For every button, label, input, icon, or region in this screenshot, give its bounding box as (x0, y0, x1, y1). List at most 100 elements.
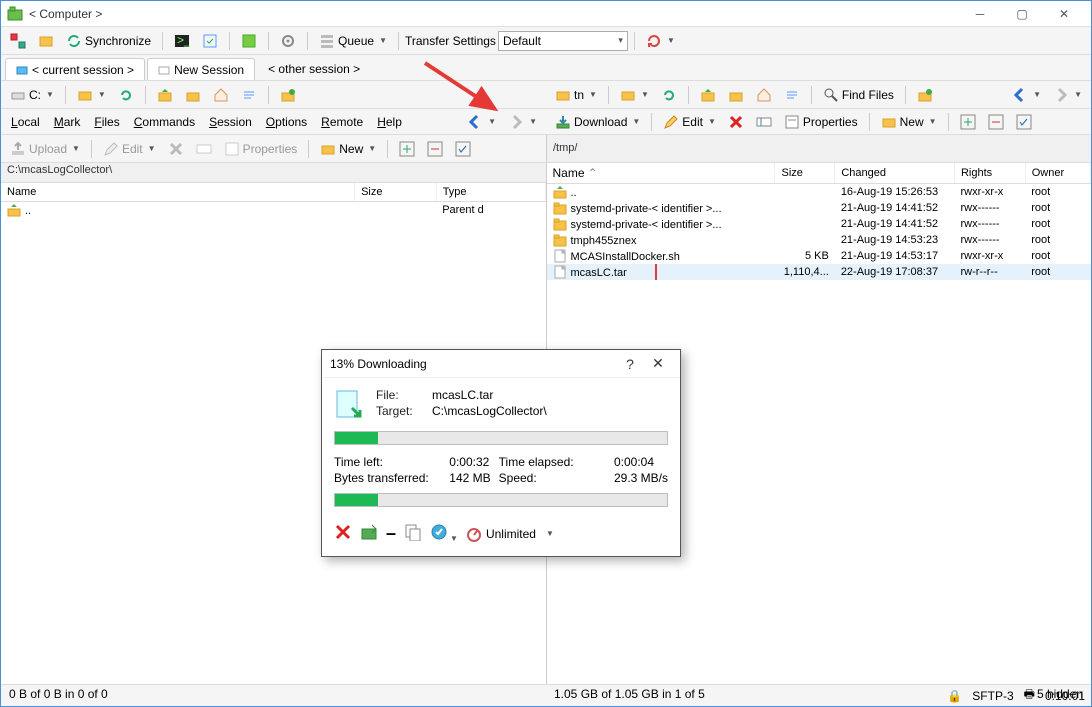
queue-button[interactable]: Queue▼ (314, 30, 392, 52)
remote-open-icon[interactable]: ▼ (615, 84, 654, 106)
remote-address-bar: tn▼ ▼ Find Files ▼ ▼ (546, 81, 1091, 109)
local-new-button[interactable]: New▼ (315, 138, 381, 160)
menu-options[interactable]: Options (260, 113, 313, 131)
table-row[interactable]: mcasLC.tar1,110,4...22-Aug-19 17:08:37rw… (547, 264, 1091, 280)
remote-edit-button[interactable]: Edit▼ (658, 111, 721, 133)
synchronize-button[interactable]: Synchronize (61, 30, 156, 52)
local-refresh-icon[interactable] (113, 84, 139, 106)
local-col-name[interactable]: Name (1, 183, 355, 202)
table-row[interactable]: ..Parent d (1, 202, 545, 219)
tool-btn-4[interactable] (197, 30, 223, 52)
remote-new-button[interactable]: New▼ (876, 111, 942, 133)
local-root-icon[interactable] (180, 84, 206, 106)
tool-btn-1[interactable] (5, 30, 31, 52)
local-bookmark-icon[interactable] (275, 84, 301, 106)
remote-props-button[interactable]: Properties (779, 111, 863, 133)
table-row[interactable]: ..16-Aug-19 15:26:53rwxr-xr-xroot (547, 184, 1091, 201)
local-col-size[interactable]: Size (355, 183, 437, 202)
local-path: C:\mcasLogCollector\ (1, 163, 546, 183)
maximize-button[interactable]: ▢ (1001, 3, 1043, 25)
tab-current-session[interactable]: < current session > (5, 58, 145, 80)
transfer-settings-combo[interactable]: Default (498, 31, 628, 51)
remote-delete-icon[interactable] (723, 111, 749, 133)
local-open-icon[interactable]: ▼ (72, 84, 111, 106)
settings-icon[interactable] (275, 30, 301, 52)
remote-col-changed[interactable]: Changed (835, 163, 955, 184)
table-row[interactable]: systemd-private-< identifier >...21-Aug-… (547, 216, 1091, 232)
local-col-type[interactable]: Type (436, 183, 545, 202)
remote-col-name[interactable]: Name ⌃ (547, 163, 775, 184)
remote-drive-combo[interactable]: tn▼ (550, 84, 602, 106)
status-left: 0 B of 0 B in 0 of 0 (1, 685, 546, 706)
local-home-icon[interactable] (208, 84, 234, 106)
status-print-icon[interactable]: 🖶 (1024, 685, 1035, 706)
dlg-speed-dd[interactable]: ▼ (546, 529, 554, 538)
remote-col-size[interactable]: Size (775, 163, 835, 184)
remote-col-rights[interactable]: Rights (954, 163, 1025, 184)
local-drive-combo[interactable]: C:▼ (5, 84, 59, 106)
nav-back-icon[interactable]: ▼ (1007, 84, 1046, 106)
dialog-close-icon[interactable]: ✕ (644, 355, 672, 372)
table-row[interactable]: systemd-private-< identifier >...21-Aug-… (547, 200, 1091, 216)
tool-btn-2[interactable] (33, 30, 59, 52)
dlg-progress-total (334, 493, 668, 507)
dlg-progress-file (334, 431, 668, 445)
remote-col-owner[interactable]: Owner (1025, 163, 1090, 184)
nav-fwd-icon[interactable]: ▼ (1048, 84, 1087, 106)
dlg-background-icon[interactable] (360, 523, 378, 544)
local-plus-icon[interactable] (394, 138, 420, 160)
find-files-button[interactable]: Find Files (818, 84, 899, 106)
remote-rename-icon[interactable] (751, 111, 777, 133)
download-button[interactable]: Download▼ (550, 111, 645, 133)
menu-files[interactable]: Files (88, 113, 125, 131)
plus-icon[interactable] (955, 111, 981, 133)
dlg-cancel-icon[interactable] (334, 523, 352, 544)
dlg-minimize-icon[interactable]: – (386, 523, 396, 544)
queue-label: Queue (338, 34, 374, 48)
upload-button[interactable]: Upload▼ (5, 138, 85, 160)
remote-sync-icon[interactable] (779, 84, 805, 106)
tool-btn-reconnect[interactable]: ▼ (641, 30, 680, 52)
remote-bookmark-icon[interactable] (912, 84, 938, 106)
local-nav-back-icon[interactable]: ▼ (462, 111, 501, 133)
remote-home-icon[interactable] (751, 84, 777, 106)
remote-refresh-icon[interactable] (656, 84, 682, 106)
table-row[interactable]: MCASInstallDocker.sh5 KB21-Aug-19 14:53:… (547, 248, 1091, 264)
status-proto: SFTP-3 (972, 689, 1013, 703)
menu-commands[interactable]: Commands (128, 113, 201, 131)
dlg-file-val: mcasLC.tar (432, 388, 668, 402)
local-up-icon[interactable] (152, 84, 178, 106)
menu-mark[interactable]: Mark (48, 113, 87, 131)
local-sync-icon[interactable] (236, 84, 262, 106)
local-check-icon[interactable] (450, 138, 476, 160)
menu-session[interactable]: Session (203, 113, 258, 131)
download-dialog: 13% Downloading ? ✕ File:mcasLC.tar Targ… (321, 349, 681, 557)
dialog-help-icon[interactable]: ? (616, 356, 644, 372)
tab-new-session[interactable]: New Session (147, 58, 255, 80)
tool-btn-5[interactable] (236, 30, 262, 52)
check-icon[interactable] (1011, 111, 1037, 133)
local-delete-icon[interactable] (163, 138, 189, 160)
local-minus-icon[interactable] (422, 138, 448, 160)
table-row[interactable]: tmph455znex21-Aug-19 14:53:23rwx------ro… (547, 232, 1091, 248)
menu-help[interactable]: Help (371, 113, 408, 131)
remote-up-icon[interactable] (695, 84, 721, 106)
svg-text:>_: >_ (177, 33, 190, 47)
dlg-copy-icon[interactable] (404, 523, 422, 544)
local-nav-fwd-icon[interactable]: ▼ (503, 111, 542, 133)
menu-remote[interactable]: Remote (315, 113, 369, 131)
dlg-speed-limit[interactable]: Unlimited (466, 526, 536, 542)
close-button[interactable]: ✕ (1043, 3, 1085, 25)
local-props-button[interactable]: Properties (219, 138, 303, 160)
remote-root-icon[interactable] (723, 84, 749, 106)
local-rename-icon[interactable] (191, 138, 217, 160)
minus-icon[interactable] (983, 111, 1009, 133)
minimize-button[interactable]: ─ (959, 3, 1001, 25)
menu-local[interactable]: Local (5, 113, 46, 131)
status-bar: 0 B of 0 B in 0 of 0 1.05 GB of 1.05 GB … (1, 684, 1091, 706)
dlg-timeleft-val: 0:00:32 (449, 455, 490, 469)
tab-other-session[interactable]: < other session > (257, 58, 371, 80)
dlg-once-icon[interactable]: ▼ (430, 523, 458, 544)
local-edit-button[interactable]: Edit▼ (98, 138, 161, 160)
tool-btn-terminal[interactable]: >_ (169, 30, 195, 52)
